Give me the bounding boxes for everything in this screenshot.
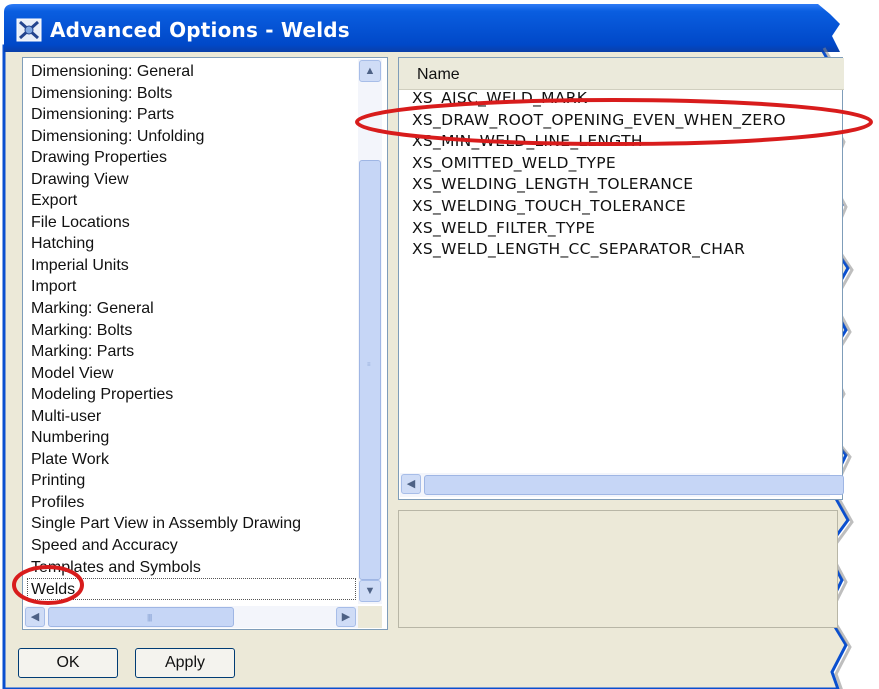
category-item[interactable]: Import: [31, 276, 356, 298]
names-horizontal-scrollbar[interactable]: ◀: [400, 473, 844, 497]
category-item[interactable]: Plate Work: [31, 449, 356, 471]
option-name-items: XS_AISC_WELD_MARK XS_DRAW_ROOT_OPENING_EV…: [412, 88, 786, 261]
scroll-thumb[interactable]: ≡: [359, 160, 381, 580]
column-header-label: Name: [417, 66, 460, 83]
category-item[interactable]: File Locations: [31, 212, 356, 234]
category-item[interactable]: Printing: [31, 470, 356, 492]
advanced-options-window: Advanced Options - Welds Dimensioning: G…: [0, 0, 879, 689]
category-item[interactable]: Marking: General: [31, 298, 356, 320]
category-item[interactable]: Templates and Symbols: [31, 557, 356, 579]
scroll-grip-icon: ≡: [367, 362, 371, 368]
category-item[interactable]: Drawing Properties: [31, 147, 356, 169]
apply-button[interactable]: Apply: [135, 648, 235, 678]
category-vertical-scrollbar[interactable]: ▲ ≡ ▼: [358, 59, 382, 604]
category-list[interactable]: Dimensioning: General Dimensioning: Bolts…: [22, 57, 388, 630]
option-name-item[interactable]: XS_WELDING_TOUCH_TOLERANCE: [412, 196, 786, 218]
option-name-item[interactable]: XS_OMITTED_WELD_TYPE: [412, 153, 786, 175]
option-name-list[interactable]: Name XS_AISC_WELD_MARK XS_DRAW_ROOT_OPENI…: [398, 57, 844, 500]
category-item[interactable]: Marking: Bolts: [31, 320, 356, 342]
category-item[interactable]: Export: [31, 190, 356, 212]
title-bar[interactable]: Advanced Options - Welds: [8, 10, 820, 50]
category-item[interactable]: Dimensioning: General: [31, 61, 356, 83]
category-item[interactable]: Profiles: [31, 492, 356, 514]
category-items: Dimensioning: General Dimensioning: Bolts…: [27, 61, 356, 600]
category-item[interactable]: Single Part View in Assembly Drawing: [31, 513, 356, 535]
scrollbar-corner: [358, 606, 382, 628]
category-item[interactable]: Model View: [31, 363, 356, 385]
category-item[interactable]: Drawing View: [31, 169, 356, 191]
category-item[interactable]: Speed and Accuracy: [31, 535, 356, 557]
scroll-down-button[interactable]: ▼: [359, 580, 381, 602]
category-item[interactable]: Marking: Parts: [31, 341, 356, 363]
scroll-right-button[interactable]: ▶: [336, 607, 356, 627]
category-horizontal-scrollbar[interactable]: ◀ |||| ▶: [24, 606, 358, 628]
scroll-grip-icon: ||||: [147, 613, 152, 622]
category-item[interactable]: Dimensioning: Unfolding: [31, 126, 356, 148]
category-item[interactable]: Hatching: [31, 233, 356, 255]
category-item[interactable]: Multi-user: [31, 406, 356, 428]
option-name-item[interactable]: XS_WELD_FILTER_TYPE: [412, 218, 786, 240]
column-header-name[interactable]: Name: [399, 58, 844, 90]
option-name-item[interactable]: XS_WELDING_LENGTH_TOLERANCE: [412, 174, 786, 196]
scroll-up-button[interactable]: ▲: [359, 60, 381, 82]
advanced-options-app-icon: [16, 18, 42, 42]
scroll-left-button[interactable]: ◀: [25, 607, 45, 627]
option-name-item[interactable]: XS_AISC_WELD_MARK: [412, 88, 786, 110]
category-item[interactable]: Welds: [27, 578, 356, 600]
window-title: Advanced Options - Welds: [50, 18, 350, 42]
scroll-left-button[interactable]: ◀: [401, 474, 421, 494]
scroll-thumb[interactable]: [424, 475, 844, 495]
option-name-item[interactable]: XS_WELD_LENGTH_CC_SEPARATOR_CHAR: [412, 239, 786, 261]
category-item[interactable]: Dimensioning: Parts: [31, 104, 356, 126]
category-item[interactable]: Numbering: [31, 427, 356, 449]
category-item[interactable]: Imperial Units: [31, 255, 356, 277]
ok-button[interactable]: OK: [18, 648, 118, 678]
option-description-panel: [398, 510, 838, 628]
scroll-thumb[interactable]: ||||: [48, 607, 234, 627]
category-item[interactable]: Dimensioning: Bolts: [31, 83, 356, 105]
category-item[interactable]: Modeling Properties: [31, 384, 356, 406]
option-name-item[interactable]: XS_MIN_WELD_LINE_LENGTH: [412, 131, 786, 153]
option-name-item[interactable]: XS_DRAW_ROOT_OPENING_EVEN_WHEN_ZERO: [412, 110, 786, 132]
